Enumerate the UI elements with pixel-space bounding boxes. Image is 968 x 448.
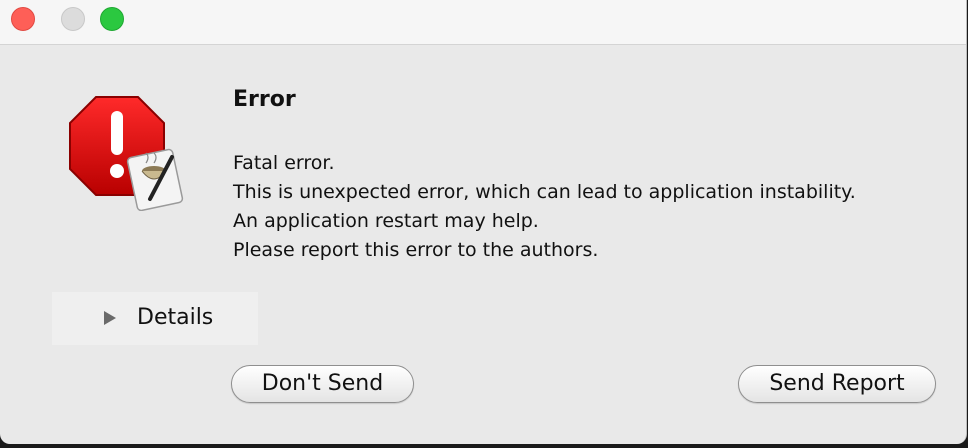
- details-disclosure[interactable]: Details: [52, 292, 258, 345]
- message-line: Please report this error to the authors.: [233, 239, 599, 261]
- disclosure-triangle-icon[interactable]: [104, 311, 116, 325]
- error-dialog-window: Error Fatal error. This is unexpected er…: [0, 0, 967, 444]
- message-line: An application restart may help.: [233, 210, 539, 232]
- maximize-window-button[interactable]: [100, 7, 124, 31]
- error-message: Fatal error. This is unexpected error, w…: [233, 149, 856, 265]
- close-window-button[interactable]: [11, 7, 35, 31]
- minimize-window-button[interactable]: [61, 7, 85, 31]
- title-bar[interactable]: [0, 0, 966, 45]
- dont-send-button[interactable]: Don't Send: [231, 365, 414, 403]
- details-label: Details: [137, 305, 214, 330]
- dialog-title: Error: [233, 87, 296, 112]
- message-line: Fatal error.: [233, 152, 335, 174]
- dialog-body: Error Fatal error. This is unexpected er…: [0, 45, 966, 444]
- message-line: This is unexpected error, which can lead…: [233, 181, 856, 203]
- send-report-button[interactable]: Send Report: [738, 365, 936, 403]
- error-stop-sign-icon: [69, 96, 184, 211]
